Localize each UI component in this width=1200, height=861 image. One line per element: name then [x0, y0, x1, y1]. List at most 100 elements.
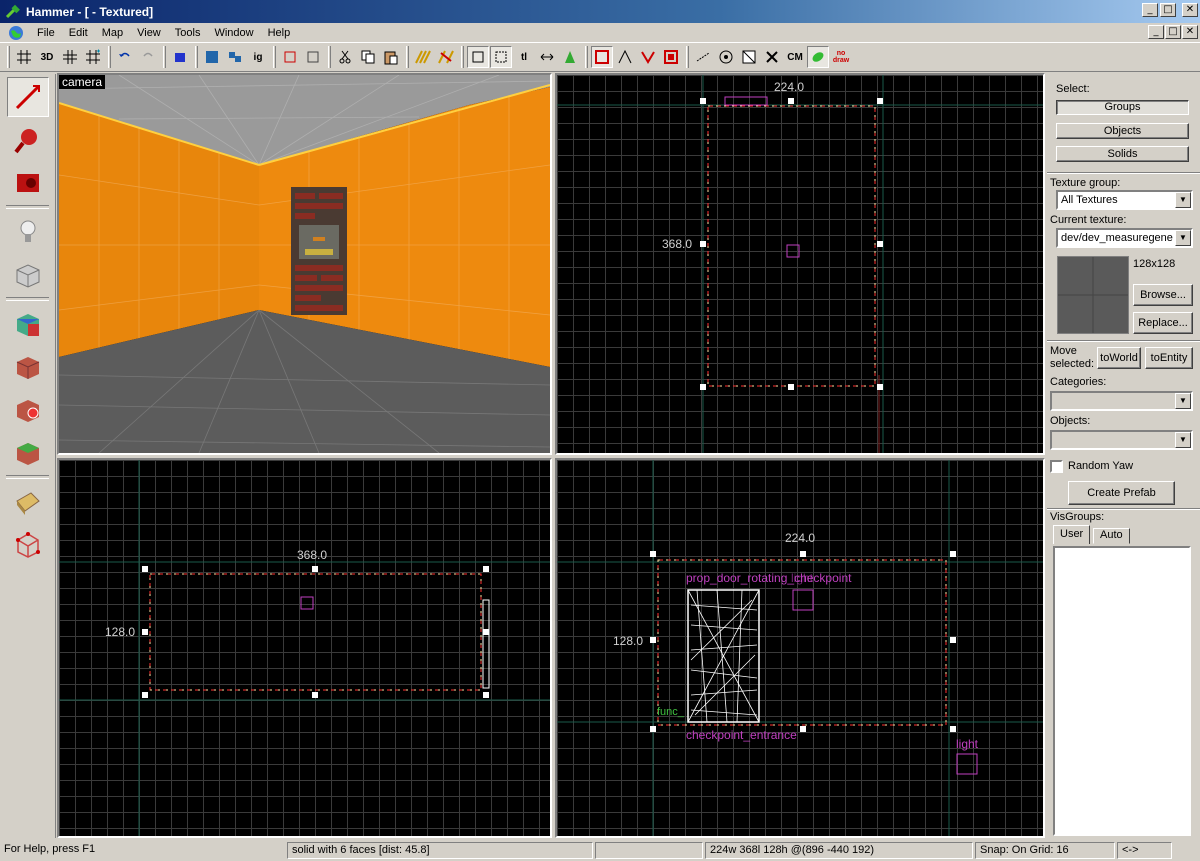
globe-icon[interactable] [8, 25, 24, 41]
brush-tool-icon[interactable] [559, 46, 581, 68]
menu-edit[interactable]: Edit [62, 27, 95, 39]
texture-application-icon[interactable] [7, 304, 49, 344]
ungroup-icon[interactable] [224, 46, 246, 68]
redo-icon[interactable] [137, 46, 159, 68]
toolbar-separator [406, 46, 409, 68]
cubemap-button[interactable]: CM [784, 46, 806, 68]
entity-func-label: func_ [657, 706, 684, 718]
main-toolbar: 3D ig tl CM no draw [0, 42, 1200, 72]
front-height-label: 128.0 [613, 634, 644, 648]
menu-map[interactable]: Map [95, 27, 130, 39]
apply-decal-icon[interactable] [7, 390, 49, 430]
run-map-icon[interactable] [169, 46, 191, 68]
objects-select[interactable]: ▼ [1050, 430, 1193, 450]
to-entity-button[interactable]: toEntity [1145, 347, 1193, 369]
mdi-restore-button[interactable]: □ [1165, 25, 1181, 39]
front-viewport[interactable]: 224.0 128.0 prop_door_rotating_checkpoin… [555, 458, 1045, 838]
paste-icon[interactable] [380, 46, 402, 68]
status-snap: Snap: On Grid: 16 [975, 842, 1115, 859]
ignore-groups-button[interactable]: ig [247, 46, 269, 68]
block-tool-icon[interactable] [7, 255, 49, 295]
clipping-tool-icon[interactable] [7, 482, 49, 522]
mdi-minimize-button[interactable]: _ [1148, 25, 1164, 39]
grid-icon[interactable] [13, 46, 35, 68]
panel-separator [1047, 340, 1200, 342]
random-yaw-checkbox[interactable] [1050, 460, 1063, 473]
grid-smaller-icon[interactable] [59, 46, 81, 68]
toggle-groups-icon[interactable] [761, 46, 783, 68]
menu-window[interactable]: Window [207, 27, 260, 39]
current-texture-value: dev/dev_measuregene [1061, 232, 1173, 244]
maximize-button[interactable]: □ [1160, 3, 1176, 17]
tab-user[interactable]: User [1053, 525, 1091, 544]
texture-lock-button[interactable]: tl [513, 46, 535, 68]
current-texture-select[interactable]: dev/dev_measuregene ▼ [1056, 228, 1193, 248]
menu-tools[interactable]: Tools [168, 27, 208, 39]
apply-overlay-icon[interactable] [7, 433, 49, 473]
entity-light2-label: light [956, 737, 979, 751]
grid-3d-button[interactable]: 3D [36, 46, 58, 68]
tab-auto[interactable]: Auto [1093, 528, 1130, 544]
cut-icon[interactable] [334, 46, 356, 68]
view-2d-icon[interactable] [591, 46, 613, 68]
copy-icon[interactable] [357, 46, 379, 68]
menu-help[interactable]: Help [261, 27, 298, 39]
to-world-button[interactable]: toWorld [1097, 347, 1141, 369]
replace-button[interactable]: Replace... [1133, 312, 1193, 334]
grid-larger-icon[interactable] [82, 46, 104, 68]
categories-label: Categories: [1050, 376, 1107, 388]
chevron-down-icon[interactable]: ▼ [1175, 230, 1191, 246]
chevron-down-icon[interactable]: ▼ [1175, 432, 1191, 448]
vertex-tool-icon[interactable] [7, 525, 49, 565]
visgroups-label: VisGroups: [1050, 511, 1105, 523]
mdi-close-button[interactable]: ✕ [1182, 25, 1198, 39]
menu-view[interactable]: View [130, 27, 168, 39]
selection-tool-icon[interactable] [7, 77, 49, 117]
create-prefab-button[interactable]: Create Prefab [1068, 481, 1175, 505]
flip-icon[interactable] [536, 46, 558, 68]
undo-icon[interactable] [114, 46, 136, 68]
entity-entrance-label: checkpoint_entrance [686, 728, 797, 742]
side-viewport[interactable]: 368.0 128.0 [57, 458, 552, 838]
texture-group-select[interactable]: All Textures ▼ [1056, 190, 1193, 210]
panel-separator [1047, 508, 1200, 510]
magnify-tool-icon[interactable] [7, 120, 49, 160]
visgroups-list[interactable] [1053, 546, 1191, 836]
view-shaded-icon[interactable] [637, 46, 659, 68]
apply-texture-icon[interactable] [7, 347, 49, 387]
groups-button[interactable]: Groups [1056, 100, 1189, 115]
toggle-models-icon[interactable] [738, 46, 760, 68]
current-texture-label: Current texture: [1050, 214, 1127, 226]
hide-selected-icon[interactable] [279, 46, 301, 68]
view-textured-icon[interactable] [660, 46, 682, 68]
minimize-button[interactable]: _ [1142, 3, 1158, 17]
carve-icon[interactable] [692, 46, 714, 68]
leaf-icon[interactable] [807, 46, 829, 68]
camera-viewport[interactable]: camera [57, 73, 552, 455]
texture-scale-lock-icon[interactable] [435, 46, 457, 68]
status-bar: For Help, press F1 solid with 6 faces [d… [0, 840, 1200, 861]
entity-tool-icon[interactable] [7, 212, 49, 252]
view-wireframe-icon[interactable] [614, 46, 636, 68]
close-button[interactable]: ✕ [1182, 3, 1198, 17]
menu-file[interactable]: File [30, 27, 62, 39]
select-by-handles-icon[interactable] [490, 46, 512, 68]
toggle-helpers-icon[interactable] [715, 46, 737, 68]
browse-button[interactable]: Browse... [1133, 284, 1193, 306]
categories-select[interactable]: ▼ [1050, 391, 1193, 411]
top-viewport[interactable]: 224.0 368.0 [555, 73, 1045, 455]
camera-tool-icon[interactable] [7, 163, 49, 203]
objects-button[interactable]: Objects [1056, 123, 1189, 139]
tool-separator [6, 205, 49, 209]
solids-button[interactable]: Solids [1056, 146, 1189, 162]
texture-lock-icon[interactable] [412, 46, 434, 68]
chevron-down-icon[interactable]: ▼ [1175, 393, 1191, 409]
show-all-icon[interactable] [302, 46, 324, 68]
nodraw-button[interactable]: no draw [830, 46, 852, 68]
group-icon[interactable] [201, 46, 223, 68]
texture-preview [1057, 256, 1129, 334]
toolbar-grip[interactable] [7, 46, 10, 68]
chevron-down-icon[interactable]: ▼ [1175, 192, 1191, 208]
toolbar-separator [686, 46, 689, 68]
select-box-icon[interactable] [467, 46, 489, 68]
